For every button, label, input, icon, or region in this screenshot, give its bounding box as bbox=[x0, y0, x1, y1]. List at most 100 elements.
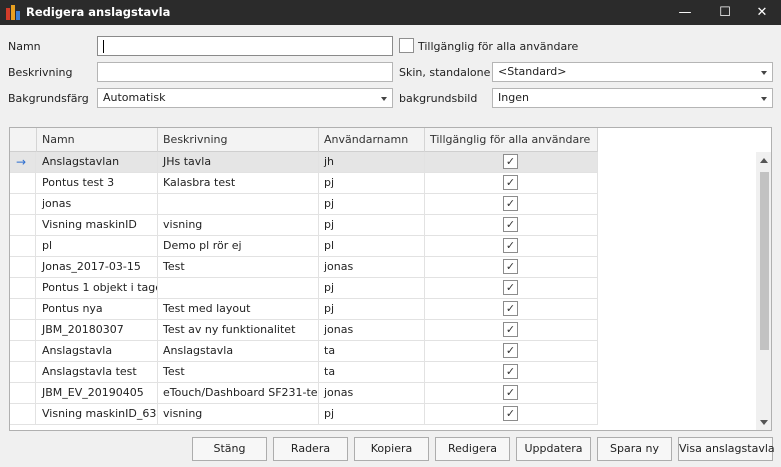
scroll-thumb[interactable] bbox=[760, 172, 769, 350]
cell-user[interactable]: pj bbox=[319, 404, 425, 424]
description-field[interactable] bbox=[97, 62, 393, 82]
column-header-description[interactable]: Beskrivning bbox=[158, 128, 319, 152]
cell-name[interactable]: Visning maskinID_63 bbox=[37, 404, 158, 424]
row-indicator bbox=[10, 299, 36, 319]
table-row[interactable]: Pontus nya Test med layout pj ✓ bbox=[10, 299, 598, 320]
save-new-button[interactable]: Spara ny bbox=[597, 437, 672, 461]
description-label: Beskrivning bbox=[8, 66, 73, 79]
table-row[interactable]: Anslagstavla Anslagstavla ta ✓ bbox=[10, 341, 598, 362]
cell-user[interactable]: ta bbox=[319, 341, 425, 361]
cell-user[interactable]: pl bbox=[319, 236, 425, 256]
cell-name[interactable]: Jonas_2017-03-15 bbox=[37, 257, 158, 277]
cell-name[interactable]: Anslagstavla test bbox=[37, 362, 158, 382]
public-row-checkbox[interactable]: ✓ bbox=[503, 385, 518, 400]
cell-name[interactable]: Anslagstavlan bbox=[37, 152, 158, 172]
cell-name[interactable]: Anslagstavla bbox=[37, 341, 158, 361]
public-row-checkbox[interactable]: ✓ bbox=[503, 154, 518, 169]
table-row[interactable]: pl Demo pl rör ej pl ✓ bbox=[10, 236, 598, 257]
row-indicator bbox=[10, 278, 36, 298]
cell-description[interactable]: JHs tavla bbox=[158, 152, 319, 172]
table-row[interactable]: Jonas_2017-03-15 Test jonas ✓ bbox=[10, 257, 598, 278]
table-row[interactable]: jonas pj ✓ bbox=[10, 194, 598, 215]
table-row[interactable]: Visning maskinID_63 visning pj ✓ bbox=[10, 404, 598, 425]
skin-select[interactable]: <Standard> bbox=[492, 62, 773, 82]
cell-description[interactable] bbox=[158, 194, 319, 214]
row-indicator: → bbox=[10, 152, 36, 172]
cell-user[interactable]: jonas bbox=[319, 383, 425, 403]
column-header-name[interactable]: Namn bbox=[37, 128, 158, 152]
title-bar: Redigera anslagstavla — ☐ ✕ bbox=[0, 0, 781, 25]
cell-name[interactable]: Pontus test 3 bbox=[37, 173, 158, 193]
table-row[interactable]: JBM_EV_20190405 eTouch/Dashboard SF231-te… bbox=[10, 383, 598, 404]
public-row-checkbox[interactable]: ✓ bbox=[503, 196, 518, 211]
cell-name[interactable]: Pontus nya bbox=[37, 299, 158, 319]
table-row[interactable]: Anslagstavla test Test ta ✓ bbox=[10, 362, 598, 383]
cell-user[interactable]: pj bbox=[319, 278, 425, 298]
close-icon[interactable]: ✕ bbox=[742, 0, 781, 25]
cell-user[interactable]: pj bbox=[319, 299, 425, 319]
cell-name[interactable]: Pontus 1 objekt i taget bbox=[37, 278, 158, 298]
public-row-checkbox[interactable]: ✓ bbox=[503, 322, 518, 337]
cell-user[interactable]: pj bbox=[319, 173, 425, 193]
column-header-public[interactable]: Tillgänglig för alla användare bbox=[425, 128, 598, 152]
cell-public: ✓ bbox=[425, 299, 598, 319]
public-row-checkbox[interactable]: ✓ bbox=[503, 364, 518, 379]
table-row[interactable]: Pontus test 3 Kalasbra test pj ✓ bbox=[10, 173, 598, 194]
cell-name[interactable]: JBM_20180307 bbox=[37, 320, 158, 340]
close-button[interactable]: Stäng bbox=[192, 437, 267, 461]
table-row[interactable]: JBM_20180307 Test av ny funktionalitet jon… bbox=[10, 320, 598, 341]
cell-description[interactable]: Test med layout bbox=[158, 299, 319, 319]
table-row[interactable]: → Anslagstavlan JHs tavla jh ✓ bbox=[10, 152, 598, 173]
cell-user[interactable]: pj bbox=[319, 194, 425, 214]
cell-description[interactable]: eTouch/Dashboard SF231-test bbox=[158, 383, 319, 403]
cell-description[interactable]: Kalasbra test bbox=[158, 173, 319, 193]
cell-user[interactable]: ta bbox=[319, 362, 425, 382]
public-row-checkbox[interactable]: ✓ bbox=[503, 217, 518, 232]
table-row[interactable]: Visning maskinID visning pj ✓ bbox=[10, 215, 598, 236]
public-row-checkbox[interactable]: ✓ bbox=[503, 175, 518, 190]
cell-user[interactable]: pj bbox=[319, 215, 425, 235]
public-row-checkbox[interactable]: ✓ bbox=[503, 301, 518, 316]
update-button[interactable]: Uppdatera bbox=[516, 437, 591, 461]
cell-description[interactable]: visning bbox=[158, 215, 319, 235]
app-icon bbox=[6, 5, 20, 20]
column-header-user[interactable]: Användarnamn bbox=[319, 128, 425, 152]
name-field[interactable] bbox=[97, 36, 393, 56]
cell-user[interactable]: jonas bbox=[319, 320, 425, 340]
text-caret bbox=[103, 39, 104, 53]
delete-button[interactable]: Radera bbox=[273, 437, 348, 461]
bgcolor-select[interactable]: Automatisk bbox=[97, 88, 393, 108]
vertical-scrollbar[interactable] bbox=[756, 152, 771, 430]
show-board-button[interactable]: Visa anslagstavla bbox=[678, 437, 775, 461]
public-row-checkbox[interactable]: ✓ bbox=[503, 280, 518, 295]
cell-user[interactable]: jonas bbox=[319, 257, 425, 277]
cell-description[interactable] bbox=[158, 278, 319, 298]
public-row-checkbox[interactable]: ✓ bbox=[503, 238, 518, 253]
cell-description[interactable]: Test bbox=[158, 257, 319, 277]
maximize-icon[interactable]: ☐ bbox=[705, 0, 745, 25]
public-row-checkbox[interactable]: ✓ bbox=[503, 343, 518, 358]
cell-name[interactable]: Visning maskinID bbox=[37, 215, 158, 235]
scroll-up-icon[interactable] bbox=[760, 158, 768, 163]
bgimage-select[interactable]: Ingen bbox=[492, 88, 773, 108]
cell-description[interactable]: Test av ny funktionalitet bbox=[158, 320, 319, 340]
cell-description[interactable]: visning bbox=[158, 404, 319, 424]
cell-description[interactable]: Test bbox=[158, 362, 319, 382]
cell-name[interactable]: pl bbox=[37, 236, 158, 256]
public-row-checkbox[interactable]: ✓ bbox=[503, 406, 518, 421]
cell-description[interactable]: Anslagstavla bbox=[158, 341, 319, 361]
public-row-checkbox[interactable]: ✓ bbox=[503, 259, 518, 274]
scroll-down-icon[interactable] bbox=[760, 420, 768, 425]
row-indicator bbox=[10, 173, 36, 193]
cell-public: ✓ bbox=[425, 278, 598, 298]
minimize-icon[interactable]: — bbox=[665, 0, 705, 25]
cell-description[interactable]: Demo pl rör ej bbox=[158, 236, 319, 256]
cell-name[interactable]: JBM_EV_20190405 bbox=[37, 383, 158, 403]
cell-name[interactable]: jonas bbox=[37, 194, 158, 214]
cell-user[interactable]: jh bbox=[319, 152, 425, 172]
table-row[interactable]: Pontus 1 objekt i taget pj ✓ bbox=[10, 278, 598, 299]
boards-table[interactable]: Namn Beskrivning Användarnamn Tillgängli… bbox=[9, 127, 772, 431]
public-checkbox[interactable] bbox=[399, 38, 414, 53]
copy-button[interactable]: Kopiera bbox=[354, 437, 429, 461]
edit-button[interactable]: Redigera bbox=[435, 437, 510, 461]
